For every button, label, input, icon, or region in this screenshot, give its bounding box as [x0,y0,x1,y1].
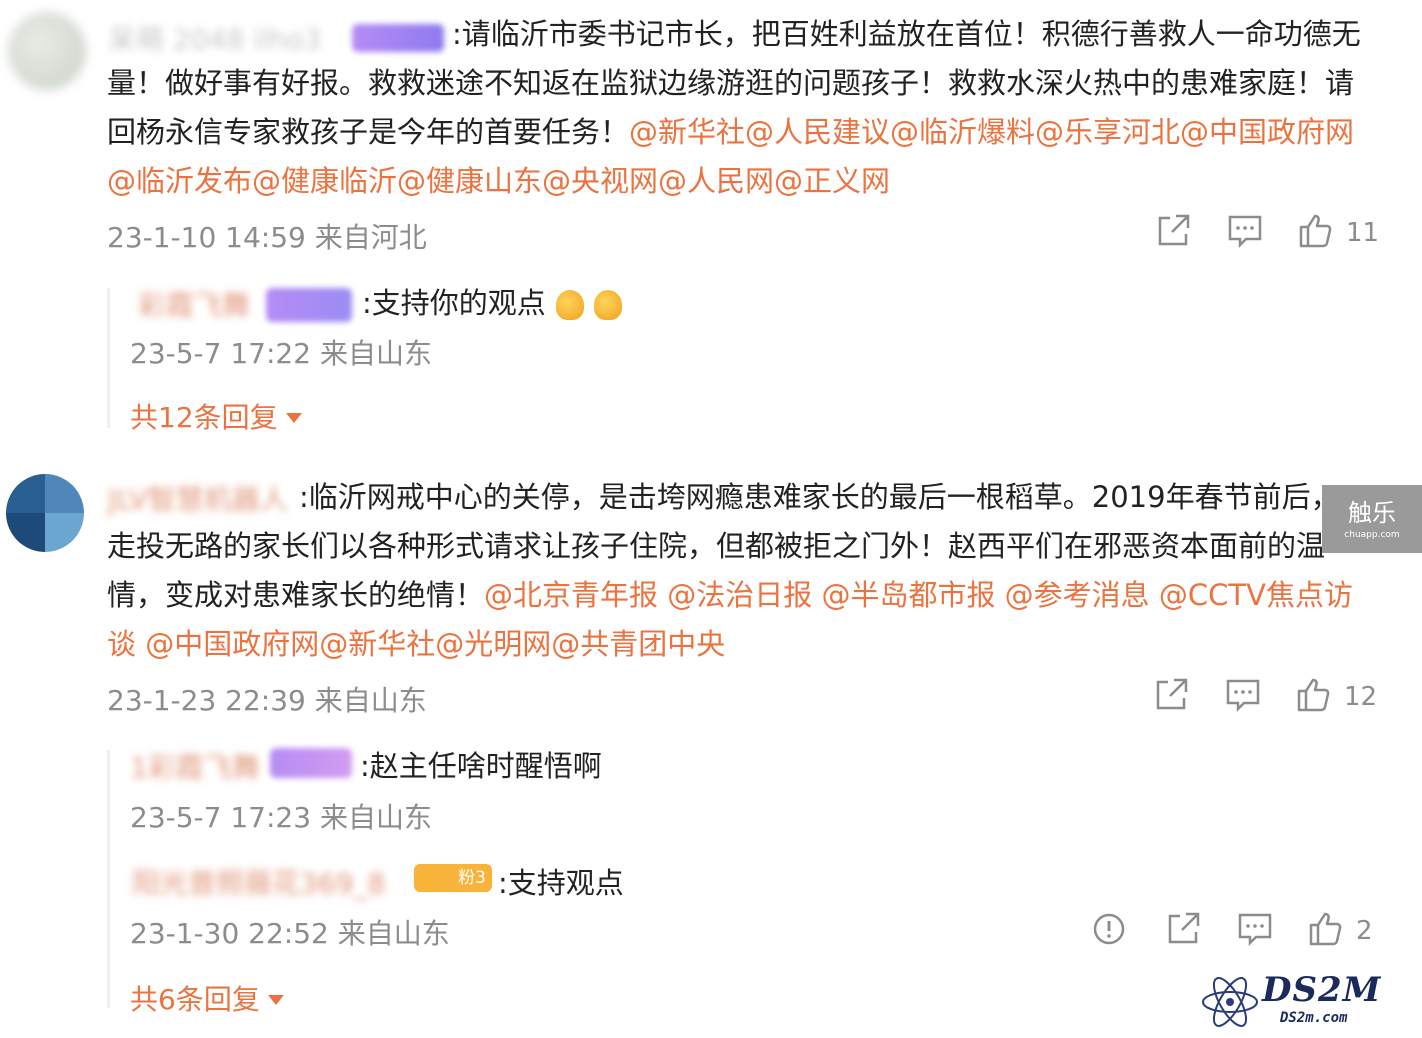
ds2m-watermark: DS2M DS2m.com [1200,970,1410,1030]
chule-watermark-title: 触乐 [1348,499,1396,527]
share-icon[interactable] [1164,910,1202,952]
comment-actions: 11 [1154,212,1379,254]
comment-meta: 23-1-10 14:59 来自河北 [107,221,427,254]
reply-user-name[interactable]: 彩霞飞舞 [138,284,250,324]
caret-down-icon [267,995,284,1005]
share-icon[interactable] [1154,212,1192,254]
reply-meta: 23-1-30 22:52 来自山东 [130,917,450,950]
caret-down-icon [285,413,302,423]
like-count: 12 [1344,682,1378,712]
ds2m-watermark-url: DS2m.com [1280,1010,1348,1026]
reply-text-content: :支持你的观点 [362,286,546,320]
comment-icon[interactable] [1236,911,1274,951]
comment-avatar[interactable] [6,474,84,552]
thumbs-up-emoji [593,290,622,320]
reply-user-name[interactable]: 阳光普照薇花369_8 [132,862,385,902]
reply-user-name[interactable]: 1彩霞飞舞 [130,746,260,786]
comment-body: :临沂网戒中心的关停，是击垮网瘾患难家长的最后一根稻草。2019年春节前后，走投… [107,473,1367,669]
more-replies-link[interactable]: 共6条回复 [130,978,284,1018]
comment-body: :请临沂市委书记市长，把百姓利益放在首位！积德行善救人一命功德无量！做好事有好报… [107,10,1377,206]
reply-text: :支持你的观点 [362,280,622,322]
reply-divider [107,750,110,1008]
reply-text: :支持观点 [498,866,624,900]
reply-meta: 23-5-7 17:23 来自山东 [130,801,432,834]
like-icon[interactable] [1308,911,1342,951]
comment-meta: 23-1-23 22:39 来自山东 [107,684,427,717]
reply-divider [107,288,110,428]
more-replies-label: 共6条回复 [130,983,260,1016]
comment-actions: 12 [1152,676,1377,718]
report-icon[interactable] [1092,912,1126,950]
user-badge [270,748,352,778]
atom-logo-icon [1202,977,1258,1027]
like-count: 11 [1346,218,1380,248]
chule-watermark-url: chuapp.com [1344,530,1400,540]
reply-meta: 23-5-7 17:22 来自山东 [130,337,432,370]
fan-badge-label: 粉3 [458,868,486,888]
more-replies-label: 共12条回复 [130,401,278,434]
thumbs-up-emoji [555,290,584,320]
ds2m-watermark-title: DS2M [1262,970,1382,1010]
comment-icon[interactable] [1224,677,1262,717]
more-replies-link[interactable]: 共12条回复 [130,396,302,436]
like-count: 2 [1356,916,1373,946]
comment-avatar[interactable] [8,12,86,90]
comment-icon[interactable] [1226,213,1264,253]
user-badge [266,288,352,322]
share-icon[interactable] [1152,676,1190,718]
reply-text: :赵主任啥时醒悟啊 [360,749,602,783]
reply-actions: 2 [1092,910,1373,952]
fan-badge: 粉3 [414,864,492,892]
like-icon[interactable] [1296,677,1330,717]
chule-watermark: 触乐 chuapp.com [1322,485,1422,553]
like-icon[interactable] [1298,213,1332,253]
